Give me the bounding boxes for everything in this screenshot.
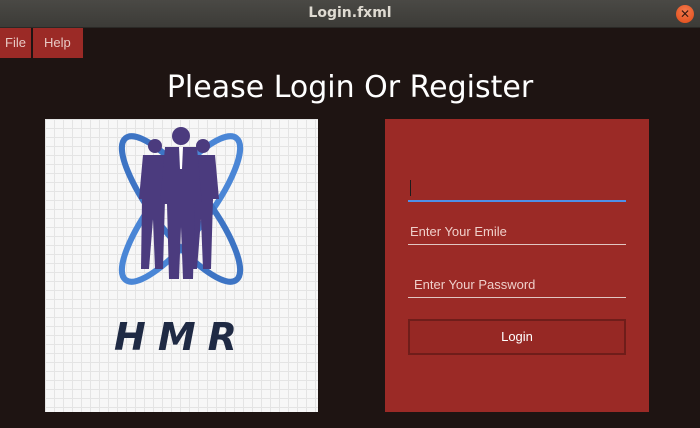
app-window: Login.fxml ✕ File Help Please Login Or R…	[0, 0, 700, 428]
login-form: Login	[385, 119, 649, 412]
name-input[interactable]	[408, 176, 626, 202]
window-title: Login.fxml	[308, 5, 392, 21]
title-bar: Login.fxml ✕	[0, 0, 700, 28]
text-caret	[410, 180, 411, 196]
menu-help[interactable]: Help	[33, 28, 83, 58]
login-button[interactable]: Login	[408, 319, 626, 355]
logo-text: HMR	[114, 315, 249, 359]
menu-file[interactable]: File	[0, 28, 31, 58]
hmr-logo-graphic	[118, 127, 244, 285]
logo-image: HMR	[45, 119, 318, 412]
close-icon[interactable]: ✕	[676, 5, 694, 23]
page-title: Please Login Or Register	[166, 70, 534, 105]
menu-bar: File Help	[0, 28, 85, 58]
password-field[interactable]	[408, 272, 626, 298]
email-field[interactable]	[408, 219, 626, 245]
